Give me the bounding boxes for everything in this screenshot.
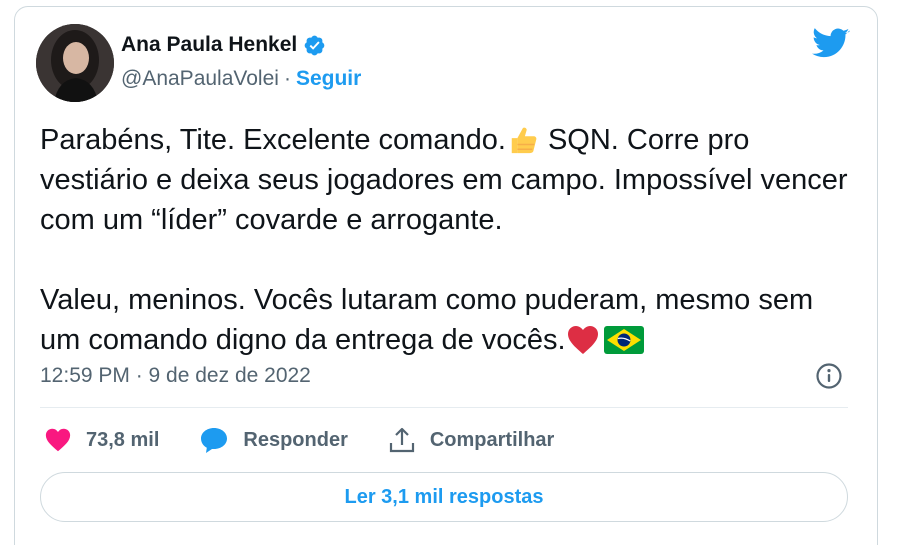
share-button[interactable]: Compartilhar (388, 426, 554, 454)
divider (40, 407, 848, 408)
like-button[interactable]: 73,8 mil (44, 427, 159, 453)
red-heart-emoji (566, 325, 600, 355)
avatar[interactable] (36, 24, 114, 102)
tweet-timestamp[interactable]: 12:59 PM · 9 de dez de 2022 (40, 364, 311, 388)
thumbs-up-emoji (506, 125, 540, 155)
info-icon[interactable] (815, 362, 843, 390)
tweet-text: Parabéns, Tite. Excelente comando. SQN. … (40, 120, 860, 360)
reply-label: Responder (243, 428, 348, 451)
tweet-paragraph: Parabéns, Tite. Excelente comando. SQN. … (40, 120, 860, 240)
read-replies-label: Ler 3,1 mil respostas (344, 485, 544, 508)
tweet-text-part: Valeu, meninos. Vocês lutaram como puder… (40, 284, 814, 356)
like-count: 73,8 mil (86, 428, 160, 451)
author-handle[interactable]: @AnaPaulaVolei (121, 67, 279, 91)
share-icon (389, 427, 414, 453)
author-display-name[interactable]: Ana Paula Henkel (121, 33, 297, 57)
share-label: Compartilhar (429, 428, 555, 451)
tweet-text-part: Parabéns, Tite. Excelente comando. (40, 124, 506, 156)
brazil-flag-emoji (603, 326, 644, 354)
twitter-bird-icon[interactable] (812, 28, 850, 60)
tweet-paragraph: Valeu, meninos. Vocês lutaram como puder… (40, 280, 860, 360)
verified-badge-icon (303, 34, 326, 57)
separator-dot: · (283, 67, 291, 90)
reply-bubble-icon (201, 428, 228, 453)
reply-button[interactable]: Responder (199, 426, 348, 454)
read-replies-button[interactable]: Ler 3,1 mil respostas (40, 472, 848, 522)
heart-icon (45, 428, 71, 452)
follow-button[interactable]: Seguir (296, 67, 361, 91)
